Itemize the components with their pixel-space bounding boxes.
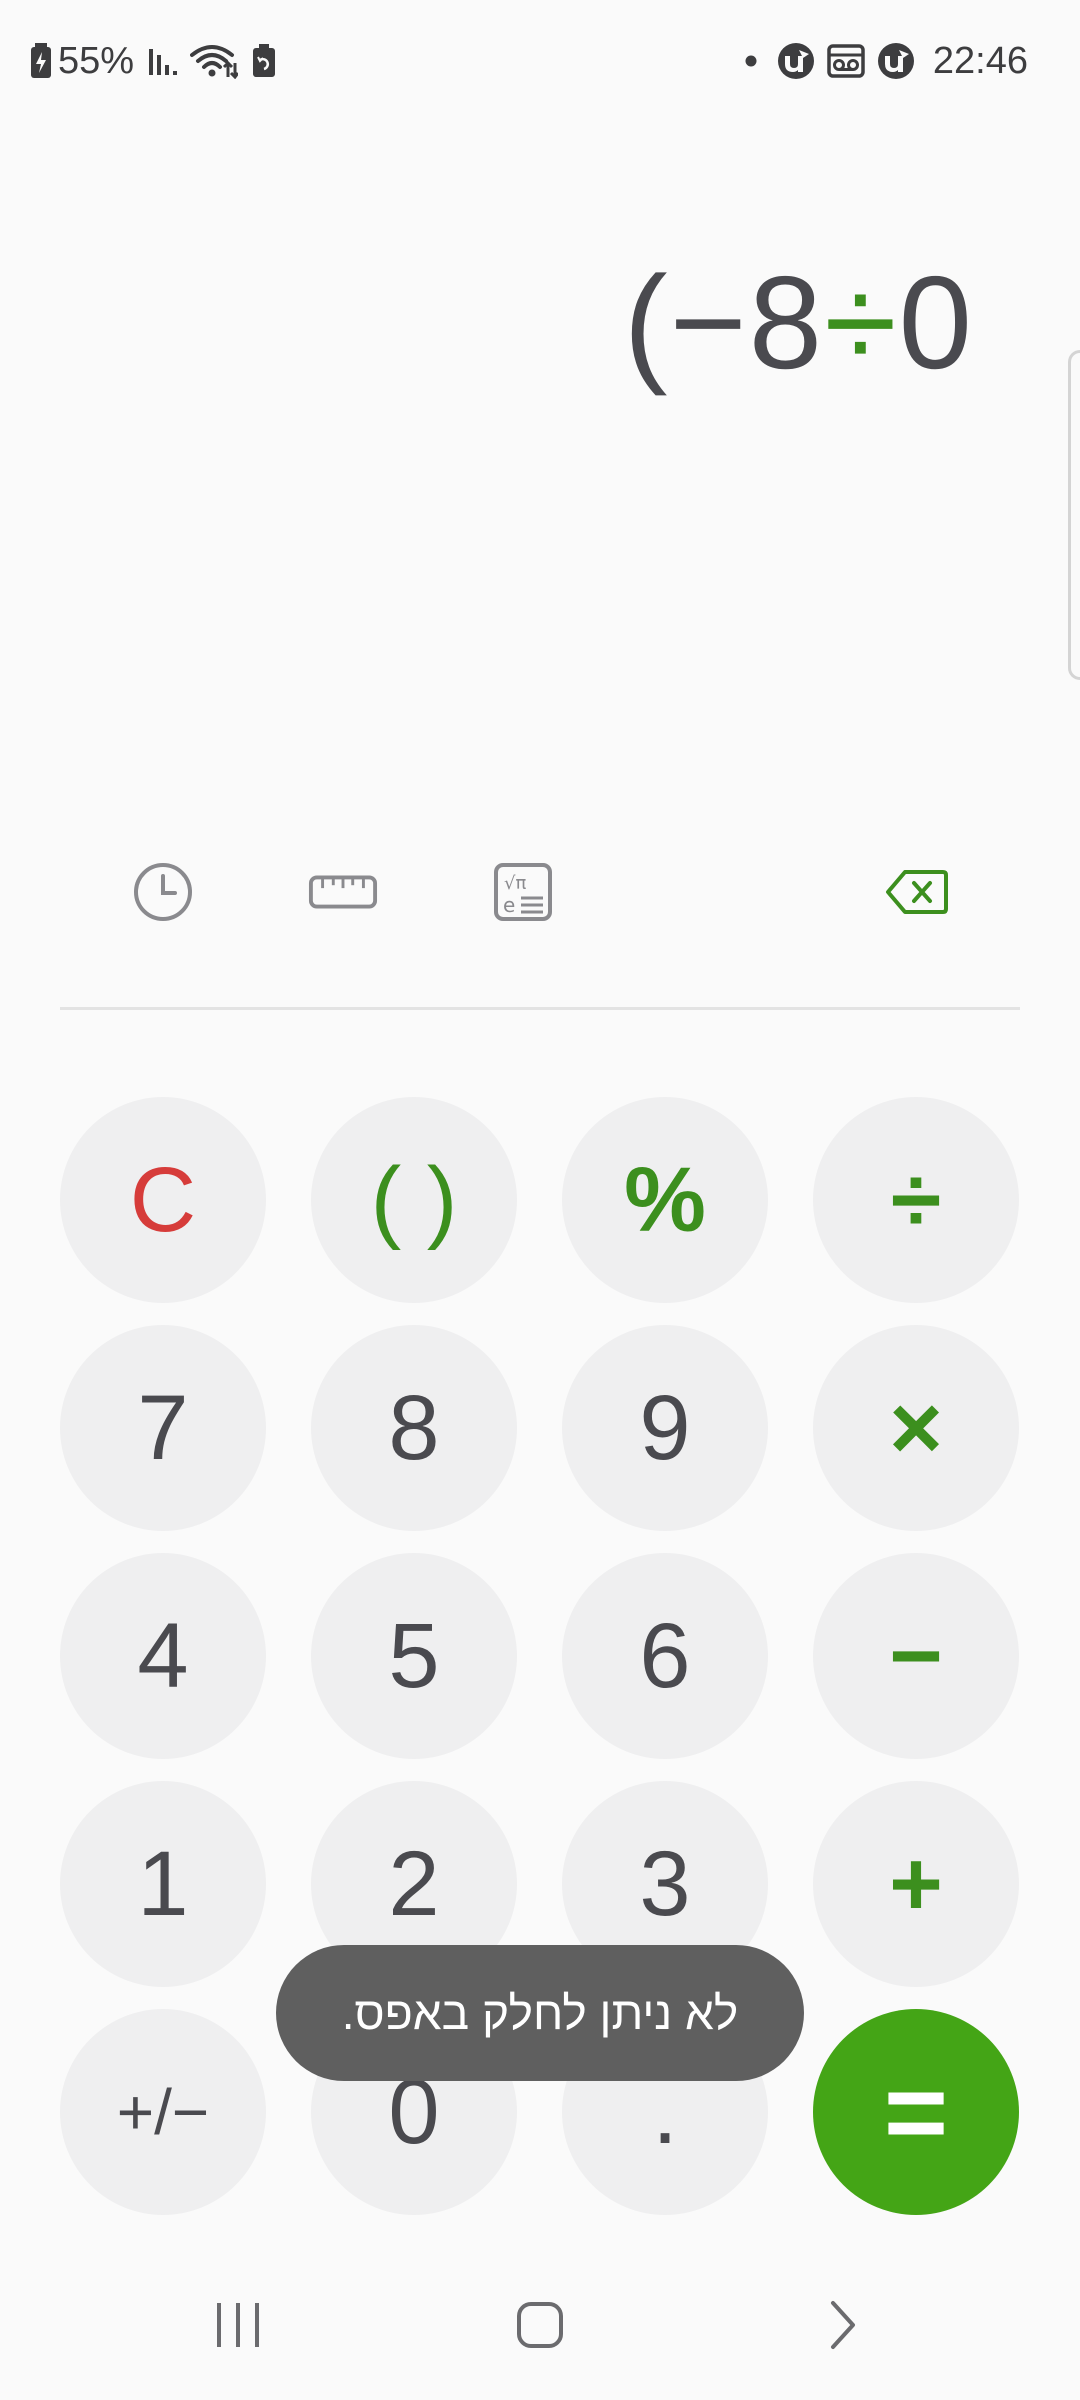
expression-operand: (−8 [623, 249, 825, 396]
utorrent-icon [777, 42, 815, 80]
expression-operator: ÷ [824, 249, 899, 396]
clean-battery-icon [252, 44, 276, 78]
backspace-icon[interactable] [882, 857, 952, 927]
recent-apps-icon[interactable] [193, 2290, 283, 2360]
clear-button[interactable]: C [60, 1097, 266, 1303]
edge-panel-handle[interactable] [1068, 350, 1080, 680]
wifi-icon [190, 43, 239, 79]
digit-9-button[interactable]: 9 [562, 1325, 768, 1531]
add-button[interactable]: + [813, 1781, 1019, 1987]
svg-text:e: e [503, 893, 515, 917]
calculator-app: 55% 22:46 (−8÷0 √π e C () % ÷ 7 8 9 × 4… [0, 0, 1080, 2400]
digit-1-button[interactable]: 1 [60, 1781, 266, 1987]
expression-operand: 0 [898, 249, 974, 396]
digit-8-button[interactable]: 8 [311, 1325, 517, 1531]
equals-button[interactable]: = [813, 2009, 1019, 2215]
digit-4-button[interactable]: 4 [60, 1553, 266, 1759]
battery-percentage: 55% [58, 40, 135, 82]
plus-minus-button[interactable]: +/− [60, 2009, 266, 2215]
percent-button[interactable]: % [562, 1097, 768, 1303]
back-icon[interactable] [797, 2290, 887, 2360]
digit-7-button[interactable]: 7 [60, 1325, 266, 1531]
notification-dot-icon [745, 55, 757, 67]
status-bar-left: 55% [30, 36, 276, 86]
keypad-divider [60, 1007, 1020, 1010]
utorrent-icon [877, 42, 915, 80]
expression-display[interactable]: (−8÷0 [624, 238, 974, 408]
home-icon[interactable] [495, 2290, 585, 2360]
digit-5-button[interactable]: 5 [311, 1553, 517, 1759]
multiply-button[interactable]: × [813, 1325, 1019, 1531]
parentheses-button[interactable]: ( ) [311, 1097, 517, 1303]
signal-icon [148, 45, 178, 77]
unit-converter-icon[interactable] [308, 857, 378, 927]
divide-button[interactable]: ÷ [813, 1097, 1019, 1303]
digit-6-button[interactable]: 6 [562, 1553, 768, 1759]
battery-saver-icon [30, 43, 52, 79]
voicemail-icon [827, 44, 865, 78]
status-bar: 55% 22:46 [0, 0, 1080, 120]
status-bar-right: 22:46 [745, 36, 1028, 86]
scientific-icon[interactable]: √π e [488, 857, 558, 927]
svg-text:√π: √π [504, 873, 526, 894]
error-toast: לא ניתן לחלק באפס. [276, 1945, 804, 2081]
clock: 22:46 [932, 40, 1028, 82]
subtract-button[interactable]: − [813, 1553, 1019, 1759]
history-icon[interactable] [128, 857, 198, 927]
